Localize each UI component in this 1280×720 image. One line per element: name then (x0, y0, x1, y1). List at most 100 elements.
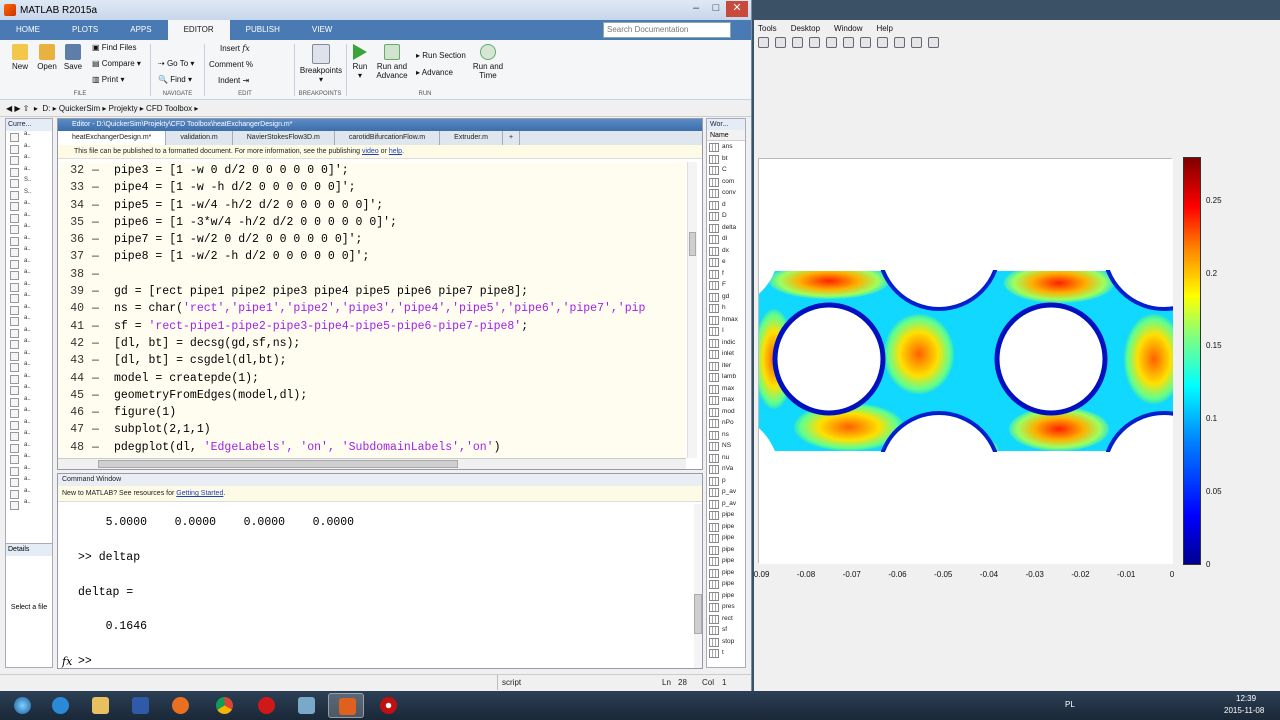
open-button[interactable]: Open (35, 44, 59, 71)
folder-item[interactable]: a.. (6, 361, 52, 373)
workspace-variable[interactable]: inlet (707, 348, 745, 360)
menu-desktop[interactable]: Desktop (791, 20, 820, 37)
folder-item[interactable]: a.. (6, 476, 52, 488)
insert-button[interactable]: Insert fx (220, 44, 250, 53)
taskbar-media-player[interactable] (122, 693, 158, 718)
colorbar[interactable] (1183, 157, 1201, 565)
workspace-variable[interactable]: e (707, 256, 745, 268)
taskbar-chrome[interactable] (206, 693, 242, 718)
legend-icon[interactable] (894, 37, 905, 48)
workspace-variable[interactable]: D (707, 210, 745, 222)
new-tab-button[interactable]: + (503, 131, 521, 145)
workspace-variable[interactable]: conv (707, 187, 745, 199)
code-line[interactable]: 45 — geometryFromEdges(model,dl); (58, 387, 686, 404)
tab-view[interactable]: VIEW (296, 20, 348, 40)
workspace-variable[interactable]: F (707, 279, 745, 291)
breadcrumb-quickersim[interactable]: QuickerSim (59, 104, 100, 113)
folder-item[interactable]: a.. (6, 315, 52, 327)
tab-carotidbifurcationflow[interactable]: carotidBifurcationFlow.m (335, 131, 441, 145)
back-icon[interactable]: ◀ (6, 104, 12, 113)
plot-axes[interactable] (754, 158, 1226, 564)
print-button[interactable]: ▥ Print ▾ (92, 75, 124, 84)
workspace-variable[interactable]: ans (707, 141, 745, 153)
workspace-variable[interactable]: lamb (707, 371, 745, 383)
workspace-variable[interactable]: delta (707, 222, 745, 234)
taskbar-explorer[interactable] (82, 693, 118, 718)
code-line[interactable]: 43 — [dl, bt] = csgdel(dl,bt); (58, 352, 686, 369)
folder-item[interactable]: a.. (6, 235, 52, 247)
folder-item[interactable]: a.. (6, 453, 52, 465)
zoom-out-icon[interactable] (775, 37, 786, 48)
workspace-variable[interactable]: p (707, 475, 745, 487)
folder-item[interactable]: a.. (6, 442, 52, 454)
folder-item[interactable]: a.. (6, 338, 52, 350)
workspace-variable[interactable]: pipe (707, 544, 745, 556)
folder-item[interactable]: a.. (6, 143, 52, 155)
menu-tools[interactable]: Tools (758, 20, 777, 37)
code-line[interactable]: 44 — model = createpde(1); (58, 370, 686, 387)
folder-item[interactable]: a.. (6, 465, 52, 477)
brush-icon[interactable] (843, 37, 854, 48)
address-bar[interactable]: ◀ ▶ ⇧ ▸ D: ▸ QuickerSim ▸ Projekty ▸ CFD… (0, 101, 751, 117)
folder-item[interactable]: a.. (6, 154, 52, 166)
folder-item[interactable]: a.. (6, 350, 52, 362)
workspace-variable[interactable]: dl (707, 233, 745, 245)
maximize-button[interactable]: □ (708, 1, 724, 17)
folder-item[interactable]: a.. (6, 258, 52, 270)
workspace-variable[interactable]: rect (707, 613, 745, 625)
code-line[interactable]: 38 — (58, 266, 686, 283)
code-line[interactable]: 34 — pipe5 = [1 -w/4 -h/2 d/2 0 0 0 0 0 0]… (58, 197, 686, 214)
run-and-time-button[interactable]: Run and Time (472, 44, 504, 80)
command-window-scrollbar[interactable] (694, 504, 702, 668)
workspace-variable[interactable]: I (707, 325, 745, 337)
go-to-button[interactable]: ⇢ Go To ▾ (158, 59, 194, 68)
folder-item[interactable]: a.. (6, 396, 52, 408)
link-icon[interactable] (860, 37, 871, 48)
code-area[interactable]: 32 — pipe3 = [1 -w 0 d/2 0 0 0 0 0 0]'; 33 —… (58, 162, 686, 458)
zoom-in-icon[interactable] (758, 37, 769, 48)
workspace-variable[interactable]: f (707, 268, 745, 280)
workspace-variable[interactable]: h (707, 302, 745, 314)
close-button[interactable]: ✕ (726, 1, 748, 17)
workspace-variable[interactable]: pipe (707, 509, 745, 521)
tab-navierstokesflow3d[interactable]: NavierStokesFlow3D.m (233, 131, 335, 145)
tab-heatexchangerdesign[interactable]: heatExchangerDesign.m* (58, 131, 167, 145)
up-folder-icon[interactable]: ⇧ (23, 104, 30, 113)
tab-home[interactable]: HOME (0, 20, 56, 40)
workspace-variable[interactable]: gd (707, 291, 745, 303)
video-link[interactable]: video (362, 148, 379, 155)
code-line[interactable]: 32 — pipe3 = [1 -w 0 d/2 0 0 0 0 0 0]'; (58, 162, 686, 179)
pan-icon[interactable] (792, 37, 803, 48)
folder-item[interactable]: a.. (6, 304, 52, 316)
code-line[interactable]: 39 — gd = [rect pipe1 pipe2 pipe3 pipe4 pi… (58, 283, 686, 300)
workspace-variable[interactable]: iter (707, 360, 745, 372)
code-line[interactable]: 47 — subplot(2,1,1) (58, 421, 686, 438)
taskbar-app[interactable] (288, 693, 324, 718)
taskbar-firefox[interactable] (162, 693, 198, 718)
folder-item[interactable]: a.. (6, 327, 52, 339)
folder-item[interactable]: a.. (6, 200, 52, 212)
new-button[interactable]: New (8, 44, 32, 71)
workspace-variable[interactable]: t (707, 647, 745, 659)
taskbar-matlab[interactable] (328, 693, 364, 718)
tab-plots[interactable]: PLOTS (56, 20, 114, 40)
code-line[interactable]: 40 — ns = char('rect','pipe1','pipe2','pip… (58, 300, 686, 317)
breadcrumb-projekty[interactable]: Projekty (109, 104, 138, 113)
workspace-variable[interactable]: sf (707, 624, 745, 636)
tab-extruder[interactable]: Extruder.m (440, 131, 504, 145)
workspace-variable[interactable]: pipe (707, 578, 745, 590)
workspace-variable[interactable]: pipe (707, 555, 745, 567)
menu-window[interactable]: Window (834, 20, 862, 37)
data-cursor-icon[interactable] (826, 37, 837, 48)
start-button[interactable] (4, 693, 40, 718)
workspace-variable[interactable]: C (707, 164, 745, 176)
workspace-variable[interactable]: pipe (707, 532, 745, 544)
workspace-variable[interactable]: pipe (707, 521, 745, 533)
workspace-variable[interactable]: dx (707, 245, 745, 257)
comment-button[interactable]: Comment % (209, 60, 253, 69)
command-prompt[interactable]: >> (78, 655, 92, 668)
search-documentation-input[interactable]: Search Documentation (603, 22, 731, 38)
folder-item[interactable]: a.. (6, 292, 52, 304)
menu-help[interactable]: Help (877, 20, 893, 37)
workspace-variable[interactable]: com (707, 176, 745, 188)
